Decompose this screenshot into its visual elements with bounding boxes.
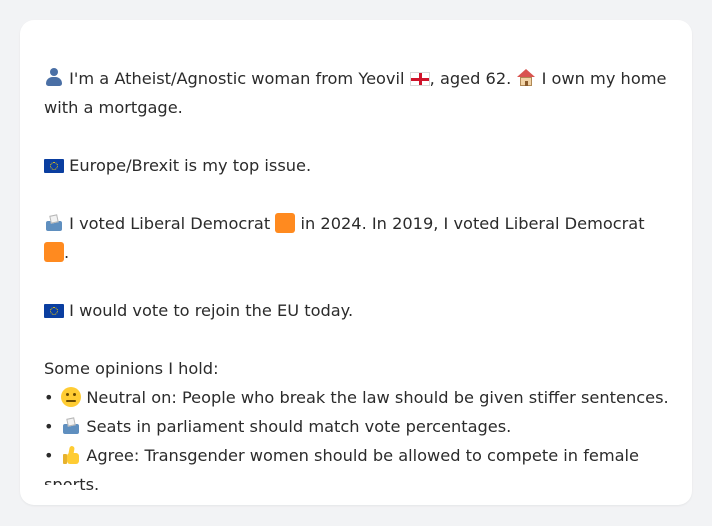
profile-text-2: , aged 62.: [429, 69, 512, 88]
bullet: •: [44, 388, 54, 407]
bubble-tail: [40, 485, 80, 505]
profile-line-1: I'm a Atheist/Agnostic woman from Yeovil…: [44, 64, 668, 93]
ballot-box-icon: [61, 417, 81, 435]
opinion-item: • Seats in parliament should match vote …: [44, 412, 668, 441]
opinion-item: • Agree: Transgender women should be all…: [44, 441, 668, 470]
opinions-section: Some opinions I hold: • Neutral on: Peop…: [44, 354, 669, 499]
eu-flag-icon: [44, 304, 64, 318]
rejoin-text: I would vote to rejoin the EU today.: [69, 301, 354, 320]
voted-line-1: I voted Liberal Democrat in 2024. In 201…: [44, 209, 668, 238]
bullet: •: [44, 417, 54, 436]
opinion-text: Neutral on: People who break the law sho…: [86, 388, 669, 407]
opinion-item: • Neutral on: People who break the law s…: [44, 383, 669, 412]
orange-square-icon: [275, 213, 296, 233]
profile-section: I'm a Atheist/Agnostic woman from Yeovil…: [44, 64, 668, 122]
person-icon: [44, 67, 64, 87]
thumbs-up-icon: [61, 445, 81, 465]
ballot-box-icon: [44, 214, 64, 232]
bullet: •: [44, 446, 54, 465]
opinions-heading: Some opinions I hold:: [44, 359, 219, 378]
opinion-text: Seats in parliament should match vote pe…: [86, 417, 512, 436]
profile-line-2: with a mortgage.: [44, 98, 183, 117]
voted-text-2: in 2024. In 2019, I voted Liberal Democr…: [300, 214, 645, 233]
voting-section: I voted Liberal Democrat in 2024. In 201…: [44, 209, 668, 267]
house-icon: [516, 69, 536, 87]
england-flag-icon: [409, 72, 430, 86]
top-issue-text: Europe/Brexit is my top issue.: [69, 156, 312, 175]
message-bubble: I'm a Atheist/Agnostic woman from Yeovil…: [20, 20, 692, 505]
orange-square-icon: [44, 242, 64, 262]
opinion-text: Agree: Transgender women should be allow…: [86, 446, 640, 465]
opinion-item-continuation: sports.: [44, 475, 100, 494]
profile-text-1: I'm a Atheist/Agnostic woman from Yeovil: [69, 69, 405, 88]
voted-line-2: .: [44, 238, 668, 267]
eu-flag-icon: [44, 159, 64, 173]
top-issue-line: Europe/Brexit is my top issue.: [44, 151, 668, 180]
rejoin-line: I would vote to rejoin the EU today.: [44, 296, 668, 325]
voted-text-3: .: [64, 243, 70, 262]
profile-text-3: I own my home: [541, 69, 667, 88]
neutral-face-icon: [61, 387, 82, 407]
voted-text-1: I voted Liberal Democrat: [69, 214, 271, 233]
